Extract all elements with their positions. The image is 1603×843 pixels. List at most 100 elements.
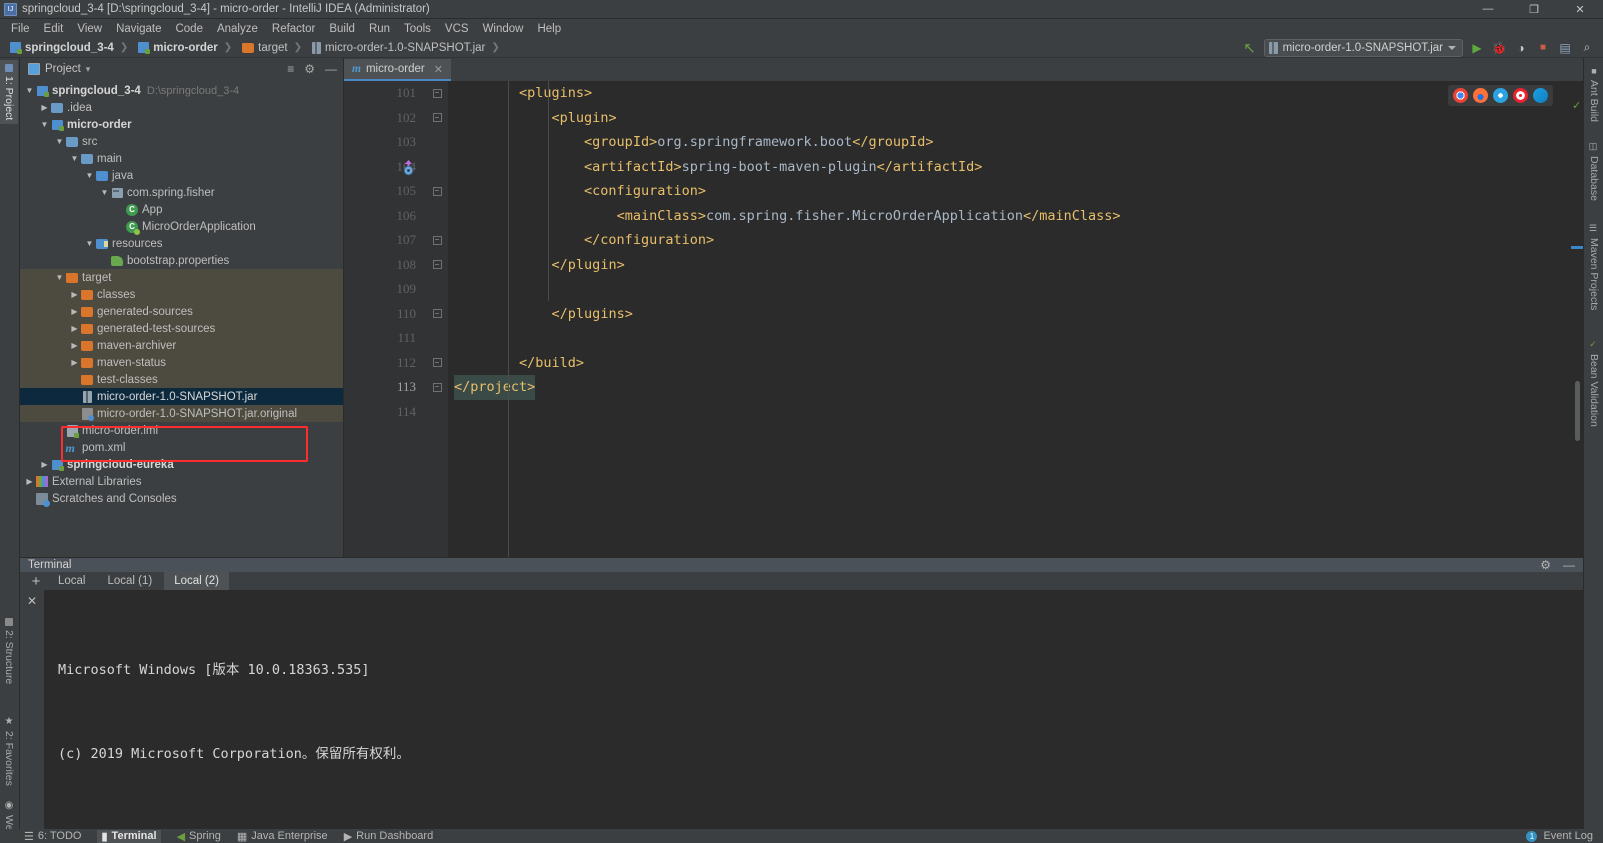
chevron-right-icon[interactable]: ▶ (39, 103, 50, 112)
menu-refactor[interactable]: Refactor (265, 21, 322, 37)
tree-row-main[interactable]: ▼ main (20, 150, 343, 167)
sidebar-item-database[interactable]: ◫ Database (1585, 138, 1603, 205)
collapse-fold-icon[interactable]: − (432, 113, 442, 123)
tree-row-classes[interactable]: ▶ classes (20, 286, 343, 303)
chevron-down-icon[interactable]: ▼ (24, 86, 35, 95)
maximize-button[interactable]: ❐ (1511, 0, 1557, 19)
chevron-right-icon[interactable]: ▶ (69, 358, 80, 367)
code-line[interactable]: <plugin> (448, 106, 1571, 131)
code-line[interactable]: <configuration> (448, 179, 1571, 204)
chevron-down-icon[interactable]: ▼ (84, 171, 95, 180)
chevron-right-icon[interactable]: ▶ (69, 290, 80, 299)
fold-marker[interactable]: − (426, 81, 448, 106)
vertical-scrollbar-thumb[interactable] (1575, 381, 1580, 441)
tree-row-generated-sources[interactable]: ▶ generated-sources (20, 303, 343, 320)
run-gutter-icon[interactable] (400, 159, 417, 176)
firefox-icon[interactable] (1473, 88, 1488, 103)
gear-icon[interactable]: ⚙ (1540, 558, 1551, 572)
tree-row-maven-status[interactable]: ▶ maven-status (20, 354, 343, 371)
tree-row-bootstrap-properties[interactable]: bootstrap.properties (20, 252, 343, 269)
menu-navigate[interactable]: Navigate (109, 21, 168, 37)
hide-icon[interactable]: — (325, 62, 337, 76)
fold-marker[interactable]: − (426, 302, 448, 327)
tab-micro-order[interactable]: m micro-order ✕ (344, 59, 451, 81)
chevron-down-icon[interactable]: ▼ (54, 273, 65, 282)
menu-run[interactable]: Run (362, 21, 397, 37)
tree-row-idea[interactable]: ▶ .idea (20, 99, 343, 116)
breadcrumb-target[interactable]: target ❯ (238, 42, 308, 54)
code-line[interactable]: <plugins> (448, 81, 1571, 106)
chevron-down-icon[interactable]: ▼ (99, 188, 110, 197)
chrome-icon[interactable] (1453, 88, 1468, 103)
collapse-all-icon[interactable]: ≡ (287, 62, 294, 76)
menu-build[interactable]: Build (322, 21, 362, 37)
fold-marker[interactable]: − (426, 351, 448, 376)
code-line[interactable]: <artifactId>spring-boot-maven-plugin</ar… (448, 155, 1571, 180)
tree-row-src[interactable]: ▼ src (20, 133, 343, 150)
code-line[interactable] (448, 277, 1571, 302)
tree-row-microorderapplication[interactable]: C MicroOrderApplication (20, 218, 343, 235)
fold-marker[interactable]: − (426, 253, 448, 278)
terminal-output[interactable]: Microsoft Windows [版本 10.0.18363.535] (c… (44, 590, 1583, 843)
sidebar-item-ant-build[interactable]: ■ Ant Build (1585, 62, 1603, 126)
code-line[interactable]: </project> (448, 375, 1571, 400)
breadcrumb-jar[interactable]: micro-order-1.0-SNAPSHOT.jar ❯ (308, 41, 506, 54)
chevron-down-icon[interactable]: ▼ (54, 137, 65, 146)
terminal-tab-local-1[interactable]: Local (1) (98, 572, 163, 590)
collapse-fold-icon[interactable]: − (432, 186, 442, 196)
status-item-java-enterprise[interactable]: ▦ Java Enterprise (237, 830, 328, 843)
chevron-right-icon[interactable]: ▶ (69, 341, 80, 350)
menu-file[interactable]: File (4, 21, 37, 37)
chevron-down-icon[interactable]: ▾ (86, 64, 91, 75)
close-button[interactable]: ✕ (1557, 0, 1603, 19)
code-line[interactable]: </plugins> (448, 302, 1571, 327)
breadcrumb-springcloud[interactable]: springcloud_3-4 ❯ (6, 42, 134, 54)
menu-analyze[interactable]: Analyze (210, 21, 265, 37)
code-line[interactable] (448, 400, 1571, 425)
code-line[interactable] (448, 326, 1571, 351)
opera-icon[interactable] (1513, 88, 1528, 103)
debug-icon[interactable]: 🐞 (1491, 40, 1507, 56)
tree-row-micro-order-1-0-snapshot-jar-original[interactable]: micro-order-1.0-SNAPSHOT.jar.original (20, 405, 343, 422)
terminal-tab-local-2[interactable]: Local (2) (164, 572, 229, 590)
tree-row-micro-order-iml[interactable]: micro-order.iml (20, 422, 343, 439)
hide-icon[interactable]: — (1563, 558, 1575, 572)
project-panel-title[interactable]: Project ▾ (28, 63, 90, 75)
status-item-todo[interactable]: ☰ 6: TODO (24, 830, 81, 843)
tree-row-springcloud-eureka[interactable]: ▶ springcloud-eureka (20, 456, 343, 473)
chevron-down-icon[interactable]: ▼ (84, 239, 95, 248)
menu-view[interactable]: View (70, 21, 109, 37)
search-icon[interactable]: ⌕ (1579, 40, 1595, 56)
sidebar-item-project[interactable]: 1: Project (0, 60, 18, 125)
build-hammer-icon[interactable]: ↖ (1242, 40, 1258, 57)
gear-icon[interactable]: ⚙ (304, 62, 315, 76)
tree-row-micro-order-1-0-snapshot-jar[interactable]: micro-order-1.0-SNAPSHOT.jar (20, 388, 343, 405)
tree-row-generated-test-sources[interactable]: ▶ generated-test-sources (20, 320, 343, 337)
code-line[interactable]: </plugin> (448, 253, 1571, 278)
terminal-tab-local[interactable]: Local (48, 572, 96, 590)
collapse-fold-icon[interactable]: − (432, 382, 442, 392)
chevron-down-icon[interactable]: ▼ (39, 120, 50, 129)
sidebar-item-structure[interactable]: 2: Structure (0, 614, 18, 688)
run-configuration-selector[interactable]: micro-order-1.0-SNAPSHOT.jar (1263, 38, 1463, 57)
run-icon[interactable]: ▶ (1469, 40, 1485, 56)
fold-marker[interactable]: − (426, 106, 448, 131)
tree-row-external-libraries[interactable]: ▶ External Libraries (20, 473, 343, 490)
close-icon[interactable]: ✕ (434, 63, 443, 76)
stop-icon[interactable]: ■ (1535, 40, 1551, 56)
status-item-spring[interactable]: ◀ Spring (177, 830, 221, 843)
tree-row-pom-xml[interactable]: m pom.xml (20, 439, 343, 456)
status-item-run-dashboard[interactable]: ▶ Run Dashboard (344, 830, 434, 843)
menu-code[interactable]: Code (168, 21, 210, 37)
tree-row-resources[interactable]: ▼ resources (20, 235, 343, 252)
collapse-fold-icon[interactable]: − (432, 358, 442, 368)
tree-row-micro-order[interactable]: ▼ micro-order (20, 116, 343, 133)
edge-icon[interactable] (1533, 88, 1548, 103)
tree-row-target[interactable]: ▼ target (20, 269, 343, 286)
fold-marker[interactable]: − (426, 375, 448, 400)
sidebar-item-maven-projects[interactable]: ☰ Maven Projects (1585, 220, 1603, 314)
menu-tools[interactable]: Tools (397, 21, 438, 37)
collapse-fold-icon[interactable]: − (432, 309, 442, 319)
chevron-right-icon[interactable]: ▶ (69, 324, 80, 333)
fold-marker[interactable]: − (426, 179, 448, 204)
